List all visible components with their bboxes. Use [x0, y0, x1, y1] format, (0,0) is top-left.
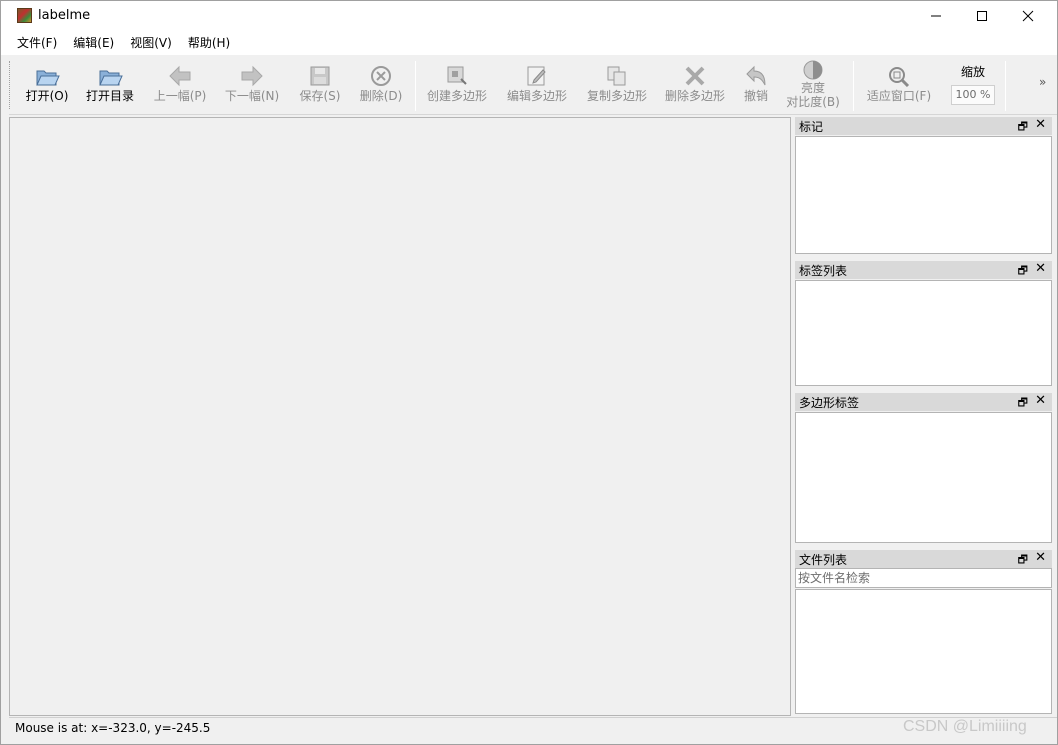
- flags-dock: 标记 🗗 ✕: [795, 117, 1052, 254]
- file-list-dock-title: 文件列表: [799, 552, 848, 567]
- edit-polygon-label: 编辑多边形: [506, 89, 567, 103]
- delete-polygon-label: 删除多边形: [664, 89, 725, 103]
- close-window-button[interactable]: [1005, 1, 1051, 31]
- arrow-left-icon: [166, 63, 194, 89]
- polygon-create-icon: [443, 63, 471, 89]
- labelme-app-icon: [17, 8, 32, 23]
- delete-polygon-button[interactable]: 删除多边形: [661, 59, 729, 113]
- menu-help[interactable]: 帮助(H): [180, 32, 238, 54]
- save-button[interactable]: 保存(S): [295, 59, 345, 113]
- flags-list[interactable]: [795, 136, 1052, 254]
- polygon-copy-icon: [603, 63, 631, 89]
- maximize-button[interactable]: [959, 1, 1005, 31]
- app-window: labelme 文件(F) 编辑(E) 视图(V) 帮助(H) 打开(O) 打开…: [0, 0, 1058, 745]
- fit-window-label: 适应窗口(F): [866, 89, 932, 103]
- label-list[interactable]: [795, 280, 1052, 386]
- polygon-edit-icon: [523, 63, 551, 89]
- close-icon[interactable]: ✕: [1035, 117, 1046, 132]
- polygon-labels-dock-title: 多边形标签: [799, 395, 860, 410]
- toolbar-grip[interactable]: [9, 61, 13, 109]
- prev-image-button[interactable]: 上一幅(P): [149, 59, 211, 113]
- undo-label: 撤销: [743, 89, 768, 103]
- delete-file-button[interactable]: 删除(D): [355, 59, 407, 113]
- x-icon: [681, 63, 709, 89]
- brightness-label-line1: 亮度: [800, 81, 825, 95]
- polygon-labels-dock-header: 多边形标签 🗗 ✕: [795, 393, 1052, 411]
- float-icon[interactable]: 🗗: [1018, 262, 1028, 281]
- zoom-label: 缩放: [960, 65, 985, 79]
- circle-x-icon: [367, 63, 395, 89]
- delete-file-label: 删除(D): [359, 89, 403, 103]
- next-image-button[interactable]: 下一幅(N): [221, 59, 283, 113]
- fit-window-button[interactable]: 适应窗口(F): [861, 59, 937, 113]
- flags-dock-header: 标记 🗗 ✕: [795, 117, 1052, 135]
- toolbar-overflow-button[interactable]: »: [1039, 75, 1046, 89]
- menu-view[interactable]: 视图(V): [122, 32, 180, 54]
- prev-image-label: 上一幅(P): [153, 89, 207, 103]
- file-list-dock-header: 文件列表 🗗 ✕: [795, 550, 1052, 568]
- zoom-spinbox[interactable]: 100 %: [951, 85, 995, 105]
- brightness-contrast-button[interactable]: 亮度 对比度(B): [783, 59, 843, 113]
- zoom-fit-icon: [885, 63, 913, 89]
- close-icon: [1022, 10, 1034, 22]
- next-image-label: 下一幅(N): [224, 89, 280, 103]
- status-bar: Mouse is at: x=-323.0, y=-245.5: [9, 717, 1057, 739]
- label-list-dock: 标签列表 🗗 ✕: [795, 261, 1052, 386]
- label-list-dock-header: 标签列表 🗗 ✕: [795, 261, 1052, 279]
- close-icon[interactable]: ✕: [1035, 261, 1046, 276]
- copy-polygon-label: 复制多边形: [586, 89, 647, 103]
- maximize-icon: [977, 11, 987, 21]
- file-list-dock: 文件列表 🗗 ✕: [795, 550, 1052, 714]
- undo-button[interactable]: 撤销: [737, 59, 775, 113]
- file-search-input[interactable]: [795, 568, 1052, 588]
- undo-icon: [742, 63, 770, 89]
- window-title: labelme: [38, 8, 91, 23]
- menu-bar: 文件(F) 编辑(E) 视图(V) 帮助(H): [1, 31, 1057, 55]
- csdn-watermark: CSDN @Limiiiing: [903, 718, 1027, 735]
- folder-open-icon: [33, 63, 61, 89]
- toolbar-separator: [853, 61, 854, 111]
- close-icon[interactable]: ✕: [1035, 550, 1046, 565]
- mouse-position-status: Mouse is at: x=-323.0, y=-245.5: [15, 721, 211, 735]
- toolbar-separator: [415, 61, 416, 111]
- create-polygon-button[interactable]: 创建多边形: [423, 59, 491, 113]
- open-button[interactable]: 打开(O): [19, 59, 75, 113]
- title-bar: labelme: [1, 1, 1057, 31]
- open-dir-button[interactable]: 打开目录: [81, 59, 139, 113]
- minimize-icon: [931, 15, 941, 17]
- flags-dock-title: 标记: [799, 119, 824, 134]
- float-icon[interactable]: 🗗: [1018, 394, 1028, 413]
- brightness-label-line2: 对比度(B): [786, 95, 840, 109]
- edit-polygon-button[interactable]: 编辑多边形: [503, 59, 571, 113]
- copy-polygon-button[interactable]: 复制多边形: [583, 59, 651, 113]
- close-icon[interactable]: ✕: [1035, 393, 1046, 408]
- create-polygon-label: 创建多边形: [426, 89, 487, 103]
- minimize-button[interactable]: [913, 1, 959, 31]
- float-icon[interactable]: 🗗: [1018, 118, 1028, 137]
- image-canvas[interactable]: [9, 117, 791, 716]
- menu-file[interactable]: 文件(F): [9, 32, 65, 54]
- folder-icon: [96, 63, 124, 89]
- open-dir-label: 打开目录: [85, 89, 134, 103]
- open-label: 打开(O): [25, 89, 69, 103]
- polygon-labels-dock: 多边形标签 🗗 ✕: [795, 393, 1052, 543]
- float-icon[interactable]: 🗗: [1018, 551, 1028, 570]
- file-list[interactable]: [795, 589, 1052, 714]
- brightness-icon: [799, 59, 827, 81]
- polygon-labels-list[interactable]: [795, 412, 1052, 543]
- floppy-icon: [306, 63, 334, 89]
- toolbar-separator: [1005, 61, 1006, 111]
- label-list-dock-title: 标签列表: [799, 263, 848, 278]
- arrow-right-icon: [238, 63, 266, 89]
- save-label: 保存(S): [299, 89, 341, 103]
- toolbar: 打开(O) 打开目录 上一幅(P) 下一幅(N) 保存(S) 删除(D) 创建多…: [9, 57, 1057, 115]
- menu-edit[interactable]: 编辑(E): [65, 32, 122, 54]
